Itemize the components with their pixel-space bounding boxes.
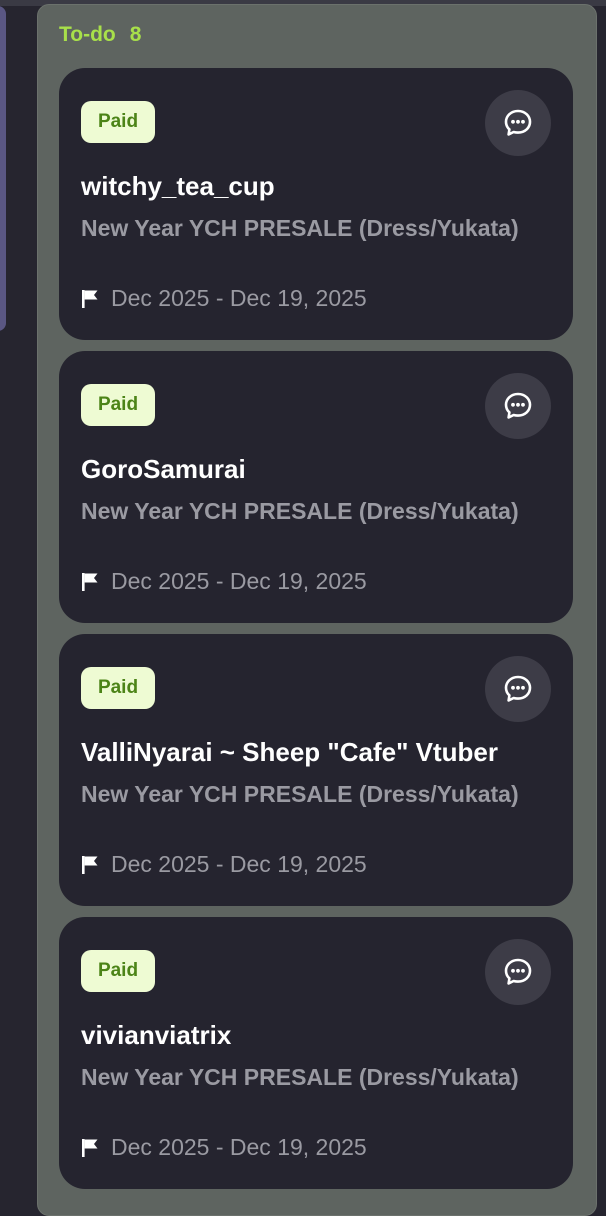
commission-title: New Year YCH PRESALE (Dress/Yukata): [81, 1064, 519, 1090]
commission-title: New Year YCH PRESALE (Dress/Yukata): [81, 781, 519, 807]
commission-card[interactable]: Paid GoroSamurai New Year YCH PRESALE (D…: [59, 351, 573, 623]
column-title: To-do: [59, 23, 116, 46]
status-badge: Paid: [81, 101, 155, 143]
due-dates: Dec 2025 - Dec 19, 2025: [81, 285, 367, 312]
commission-card[interactable]: Paid ValliNyarai ~ Sheep "Cafe" Vtuber N…: [59, 634, 573, 906]
chat-button[interactable]: [485, 656, 551, 722]
client-name: ValliNyarai ~ Sheep "Cafe" Vtuber: [81, 737, 498, 767]
flag-icon: [82, 1138, 98, 1157]
chat-bubble-icon: [504, 958, 532, 985]
chat-bubble-icon: [504, 675, 532, 702]
status-badge: Paid: [81, 950, 155, 992]
client-name: GoroSamurai: [81, 454, 246, 484]
chat-bubble-icon: [504, 392, 532, 419]
status-badge: Paid: [81, 667, 155, 709]
flag-icon: [82, 289, 98, 308]
due-dates: Dec 2025 - Dec 19, 2025: [81, 568, 367, 595]
date-range: Dec 2025 - Dec 19, 2025: [111, 285, 367, 311]
commission-card[interactable]: Paid witchy_tea_cup New Year YCH PRESALE…: [59, 68, 573, 340]
column-count: 8: [129, 23, 142, 46]
previous-column-edge[interactable]: [0, 6, 6, 331]
due-dates: Dec 2025 - Dec 19, 2025: [81, 1134, 367, 1161]
flag-icon: [82, 572, 98, 591]
date-range: Dec 2025 - Dec 19, 2025: [111, 851, 367, 877]
chat-bubble-icon: [504, 109, 532, 136]
client-name: witchy_tea_cup: [81, 171, 275, 201]
todo-column: To-do 8 Paid witchy_tea_cup New Year YCH…: [37, 4, 597, 1216]
chat-button[interactable]: [485, 939, 551, 1005]
client-name: vivianviatrix: [81, 1020, 232, 1050]
commission-title: New Year YCH PRESALE (Dress/Yukata): [81, 215, 519, 241]
chat-button[interactable]: [485, 90, 551, 156]
date-range: Dec 2025 - Dec 19, 2025: [111, 568, 367, 594]
commission-card[interactable]: Paid vivianviatrix New Year YCH PRESALE …: [59, 917, 573, 1189]
flag-icon: [82, 855, 98, 874]
column-header: To-do 8: [59, 23, 141, 47]
commission-title: New Year YCH PRESALE (Dress/Yukata): [81, 498, 519, 524]
due-dates: Dec 2025 - Dec 19, 2025: [81, 851, 367, 878]
status-badge: Paid: [81, 384, 155, 426]
date-range: Dec 2025 - Dec 19, 2025: [111, 1134, 367, 1160]
chat-button[interactable]: [485, 373, 551, 439]
